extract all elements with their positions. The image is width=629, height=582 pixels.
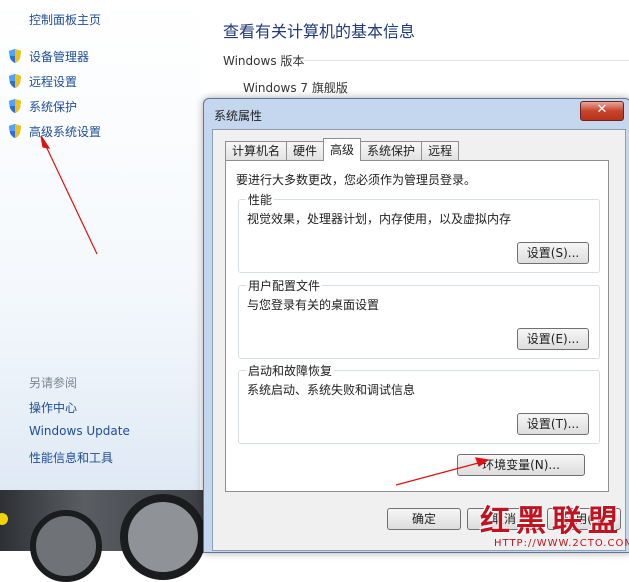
wallpaper-wheel bbox=[30, 510, 102, 582]
group-title: 用户配置文件 bbox=[246, 277, 323, 294]
nav-item-label: 高级系统设置 bbox=[29, 124, 102, 139]
environment-variables-button[interactable]: 环境变量(N)... bbox=[457, 454, 585, 476]
shield-icon bbox=[9, 74, 21, 88]
dialog-titlebar[interactable]: 系统属性 ✕ bbox=[204, 99, 629, 129]
admin-notice: 要进行大多数更改，您必须作为管理员登录。 bbox=[236, 173, 477, 187]
user-profiles-group: 用户配置文件 与您登录有关的桌面设置 设置(E)... bbox=[238, 277, 600, 359]
shield-icon bbox=[9, 49, 21, 63]
see-also-heading: 另请参阅 bbox=[29, 376, 78, 390]
group-title: 启动和故障恢复 bbox=[246, 362, 335, 379]
watermark-url: HTTP://WWW.2CTO.COM bbox=[494, 538, 629, 549]
performance-group: 性能 视觉效果，处理器计划，内存使用，以及虚拟内存 设置(S)... bbox=[238, 191, 600, 273]
ok-button[interactable]: 确定 bbox=[387, 508, 461, 530]
shield-icon bbox=[9, 99, 21, 113]
group-description: 视觉效果，处理器计划，内存使用，以及虚拟内存 bbox=[247, 212, 512, 226]
user-profiles-settings-button[interactable]: 设置(E)... bbox=[517, 328, 589, 350]
divider bbox=[300, 60, 629, 61]
nav-item-advanced-settings[interactable]: 高级系统设置 bbox=[7, 121, 101, 141]
dialog-body: 计算机名 硬件 高级 系统保护 远程 要进行大多数更改，您必须作为管理员登录。 … bbox=[212, 129, 626, 551]
nav-item-remote-settings[interactable]: 远程设置 bbox=[7, 71, 77, 91]
see-also-action-center[interactable]: 操作中心 bbox=[29, 399, 77, 416]
group-title: 性能 bbox=[246, 191, 275, 208]
tab-remote[interactable]: 远程 bbox=[421, 141, 460, 160]
dialog-title: 系统属性 bbox=[214, 109, 263, 123]
page-title: 查看有关计算机的基本信息 bbox=[223, 22, 416, 41]
close-icon: ✕ bbox=[596, 102, 608, 117]
windows-version-heading: Windows 版本 bbox=[223, 54, 305, 68]
advanced-tab-panel: 要进行大多数更改，您必须作为管理员登录。 性能 视觉效果，处理器计划，内存使用，… bbox=[225, 160, 609, 492]
wallpaper-wheel bbox=[120, 494, 206, 580]
watermark-logo: 红黑联盟 bbox=[480, 504, 624, 539]
tab-advanced[interactable]: 高级 bbox=[323, 138, 362, 161]
performance-settings-button[interactable]: 设置(S)... bbox=[517, 242, 589, 264]
tab-hardware[interactable]: 硬件 bbox=[286, 141, 325, 160]
group-description: 与您登录有关的桌面设置 bbox=[247, 298, 380, 312]
nav-item-device-manager[interactable]: 设备管理器 bbox=[7, 46, 89, 66]
nav-item-label: 设备管理器 bbox=[29, 49, 90, 64]
desktop-wallpaper bbox=[0, 490, 210, 582]
see-also-windows-update[interactable]: Windows Update bbox=[29, 424, 130, 438]
startup-recovery-settings-button[interactable]: 设置(T)... bbox=[517, 413, 589, 435]
system-properties-dialog: 系统属性 ✕ 计算机名 硬件 高级 系统保护 远程 要进行大多数更改，您必须作为… bbox=[203, 98, 629, 553]
startup-recovery-group: 启动和故障恢复 系统启动、系统失败和调试信息 设置(T)... bbox=[238, 362, 600, 444]
nav-item-label: 系统保护 bbox=[29, 99, 78, 114]
shield-icon bbox=[9, 124, 21, 138]
left-nav-pane: 控制面板主页 设备管理器 远程设置 系统保护 高级系统设置 另请参阅 操作中心 … bbox=[0, 0, 200, 490]
tab-computer-name[interactable]: 计算机名 bbox=[225, 141, 288, 160]
nav-item-system-protection[interactable]: 系统保护 bbox=[7, 96, 77, 116]
see-also-performance-tools[interactable]: 性能信息和工具 bbox=[29, 449, 113, 466]
control-panel-home-link[interactable]: 控制面板主页 bbox=[29, 11, 101, 28]
tab-system-protection[interactable]: 系统保护 bbox=[360, 141, 423, 160]
group-description: 系统启动、系统失败和调试信息 bbox=[247, 383, 416, 397]
windows-edition: Windows 7 旗舰版 bbox=[243, 81, 348, 95]
close-button[interactable]: ✕ bbox=[580, 101, 624, 121]
nav-item-label: 远程设置 bbox=[29, 74, 78, 89]
tab-strip: 计算机名 硬件 高级 系统保护 远程 bbox=[225, 138, 460, 161]
